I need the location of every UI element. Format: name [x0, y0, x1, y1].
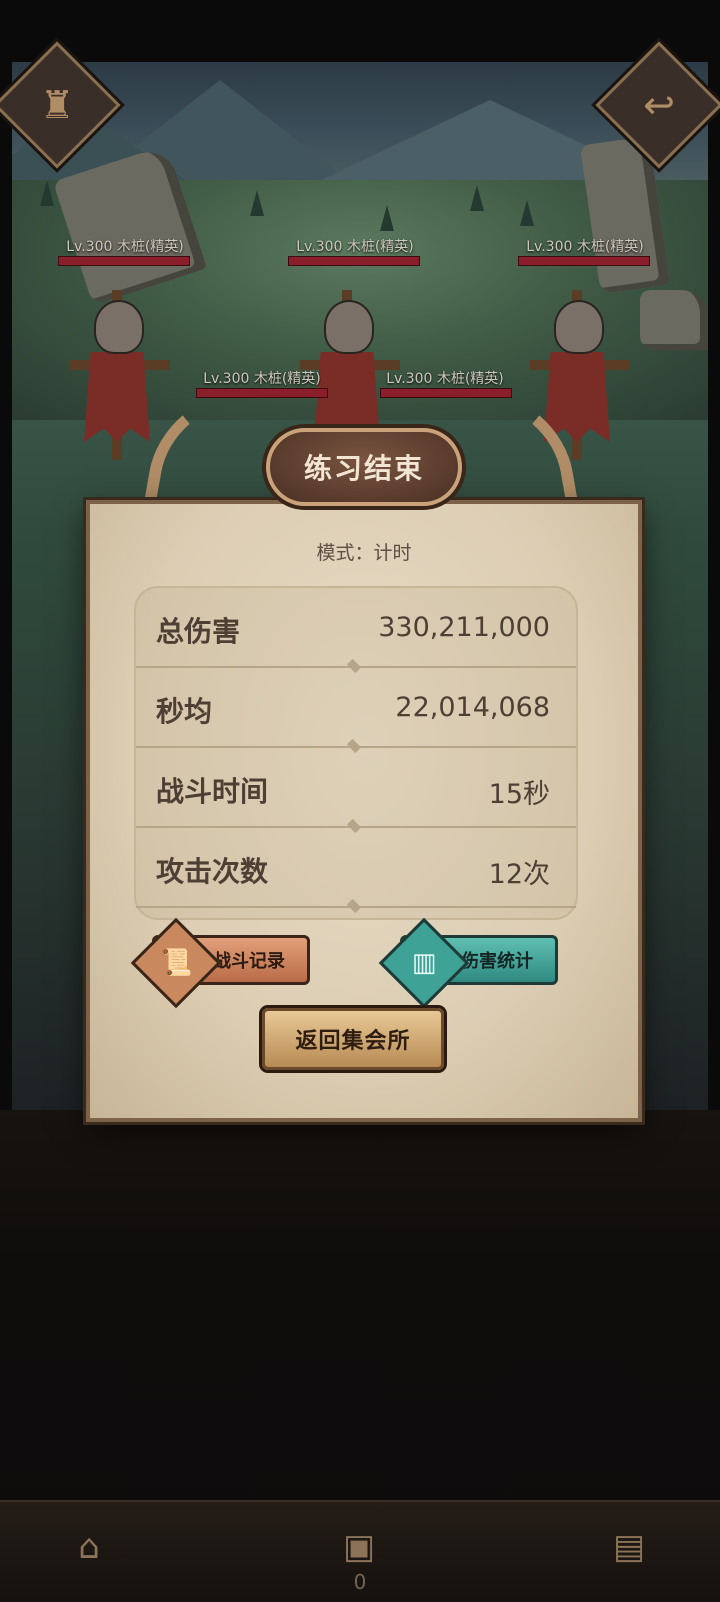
tree [520, 200, 534, 226]
chest-icon[interactable]: ▣ [330, 1518, 388, 1576]
stat-row-battle-time: 战斗时间 15秒 [136, 748, 576, 828]
stat-label: 总伤害 [156, 615, 241, 648]
stat-value: 330,211,000 [378, 612, 550, 643]
row-divider [136, 906, 576, 908]
enemy-label: Lv.300 木桩(精英) [386, 371, 504, 387]
map-icon[interactable]: ⌂ [60, 1518, 118, 1576]
stat-value: 22,014,068 [395, 692, 550, 723]
stat-value: 12次 [488, 859, 550, 890]
top-frame [0, 0, 720, 62]
stat-label: 战斗时间 [156, 775, 269, 808]
stats-table: 总伤害 330,211,000 秒均 22,014,068 战斗时间 15秒 攻… [134, 586, 578, 920]
training-dummy[interactable] [70, 290, 170, 460]
enemy-hp-bar [58, 256, 190, 266]
stat-value: 15秒 [488, 779, 550, 810]
tree [470, 185, 484, 211]
stat-row-attack-count: 攻击次数 12次 [136, 828, 576, 908]
stat-row-dps: 秒均 22,014,068 [136, 668, 576, 748]
left-frame [0, 0, 12, 1140]
bottom-count: 0 [353, 1570, 367, 1594]
ruin-rock [640, 290, 710, 350]
right-frame [708, 0, 720, 1140]
enemy-label: Lv.300 木桩(精英) [526, 239, 644, 255]
result-title: 练习结束 [266, 428, 462, 506]
return-to-hall-button[interactable]: 返回集会所 [262, 1008, 444, 1070]
enemy-label: Lv.300 木桩(精英) [296, 239, 414, 255]
book-icon[interactable]: ▤ [600, 1518, 658, 1576]
enemy-label: Lv.300 木桩(精英) [203, 371, 321, 387]
tree [380, 205, 394, 231]
mode-label: 模式：计时 [316, 542, 412, 564]
castle-icon: ♜ [39, 83, 75, 127]
return-arrow-icon: ↩ [643, 83, 675, 127]
tree [250, 190, 264, 216]
enemy-hp-bar [288, 256, 420, 266]
stat-label: 秒均 [156, 695, 213, 728]
stat-label: 攻击次数 [156, 855, 269, 888]
stat-row-total-damage: 总伤害 330,211,000 [136, 588, 576, 668]
enemy-label: Lv.300 木桩(精英) [66, 239, 184, 255]
tree [40, 180, 54, 206]
enemy-hp-bar [518, 256, 650, 266]
